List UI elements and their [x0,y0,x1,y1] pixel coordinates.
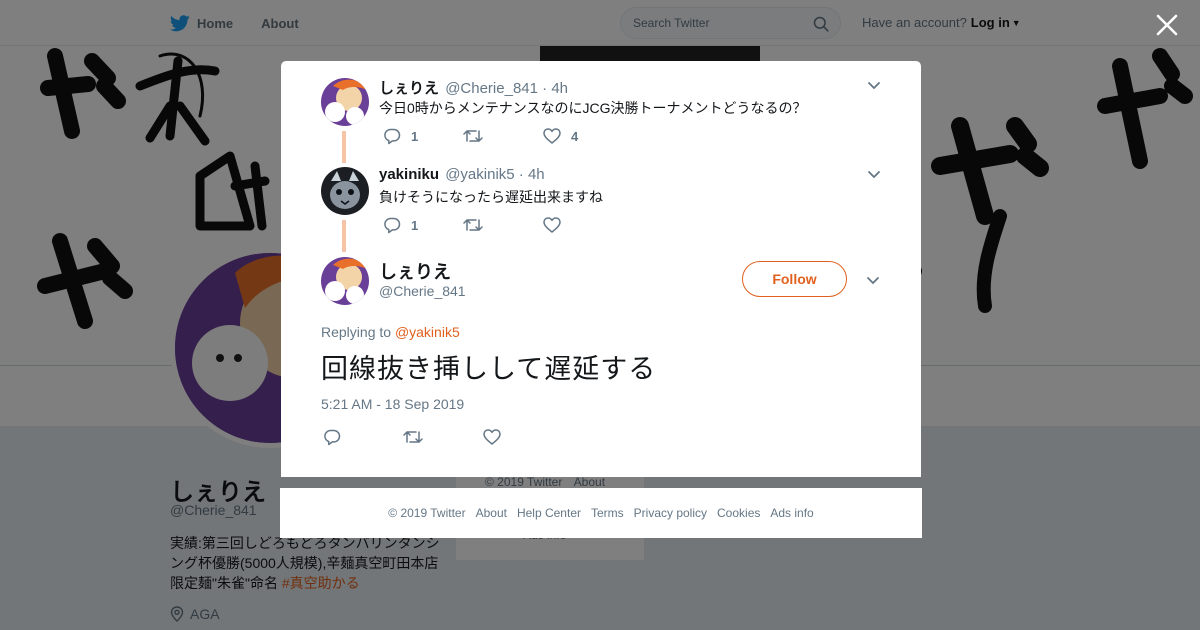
main-tweet-text: 回線抜き挿しして遅延する [321,354,657,384]
like-button[interactable] [483,428,563,446]
like-button[interactable] [543,216,623,234]
retweet-button[interactable] [403,428,483,446]
reply-count: 1 [411,217,419,233]
replying-prefix: Replying to [321,324,395,340]
tweet-actions: 1 [383,215,623,235]
retweet-icon [463,219,483,231]
tweet-screen-name[interactable]: @Cherie_841 [445,80,538,97]
tweet-header: しぇりえ @Cherie_841 · 4h [379,77,568,98]
like-count: 4 [571,128,579,144]
footer-link-cookies[interactable]: Cookies [717,506,760,520]
main-tweet-timestamp[interactable]: 5:21 AM - 18 Sep 2019 [321,396,464,412]
footer-copyright: © 2019 Twitter [388,506,466,520]
close-icon[interactable] [1154,12,1180,38]
chevron-down-icon[interactable] [866,166,882,182]
tweet-time[interactable]: · 4h [542,80,568,97]
retweet-icon [403,431,423,443]
tweet-screen-name[interactable]: @yakinik5 [445,166,514,183]
footer-link-about[interactable]: About [476,506,507,520]
reply-button[interactable]: 1 [383,127,463,145]
like-button[interactable]: 4 [543,127,623,145]
tweet-time[interactable]: · 4h [519,166,545,183]
main-tweet-avatar[interactable] [321,257,369,305]
thread-tweet[interactable]: しぇりえ @Cherie_841 · 4h 今日0時からメンテナンスなのにJCG… [321,77,881,157]
thread-connector-line [342,220,346,252]
main-tweet-actions [323,427,563,447]
retweet-button[interactable] [463,127,543,145]
tweet-fullname[interactable]: しぇりえ [379,80,439,97]
heart-icon [543,128,561,144]
replying-to-context: Replying to @yakinik5 [321,324,460,340]
tweet-avatar[interactable] [321,167,369,215]
footer-link-ads-info[interactable]: Ads info [770,506,813,520]
follow-button[interactable]: Follow [742,261,847,297]
reply-button[interactable]: 1 [383,216,463,234]
chevron-down-icon[interactable] [865,272,881,288]
retweet-button[interactable] [463,216,543,234]
footer-link-terms[interactable]: Terms [591,506,624,520]
footer-link-privacy[interactable]: Privacy policy [634,506,707,520]
tweet-permalink-modal: しぇりえ @Cherie_841 · 4h 今日0時からメンテナンスなのにJCG… [281,61,921,477]
reply-count: 1 [411,128,419,144]
tweet-text: 今日0時からメンテナンスなのにJCG決勝トーナメントどうなるの？ [379,100,807,116]
tweet-avatar[interactable] [321,78,369,126]
replying-mention-link[interactable]: @yakinik5 [395,324,460,340]
thread-tweet[interactable]: yakiniku @yakinik5 · 4h 負けそうになったら遅延出来ますね… [321,166,881,246]
reply-icon [324,429,341,446]
footer-link-help-center[interactable]: Help Center [517,506,581,520]
reply-icon [384,217,401,234]
main-tweet-screen-name[interactable]: @Cherie_841 [379,283,466,299]
heart-icon [483,429,501,445]
tweet-fullname[interactable]: yakiniku [379,166,439,183]
tweet-text: 負けそうになったら遅延出来ますね [379,189,603,205]
tweet-actions: 1 4 [383,126,623,146]
heart-icon [543,217,561,233]
reply-icon [384,128,401,145]
thread-connector-line [342,131,346,163]
chevron-down-icon[interactable] [866,77,882,93]
retweet-icon [463,130,483,142]
modal-footer: © 2019 Twitter About Help Center Terms P… [280,488,922,538]
tweet-header: yakiniku @yakinik5 · 4h [379,166,545,183]
main-tweet-fullname[interactable]: しぇりえ [379,258,451,284]
reply-button[interactable] [323,428,403,446]
